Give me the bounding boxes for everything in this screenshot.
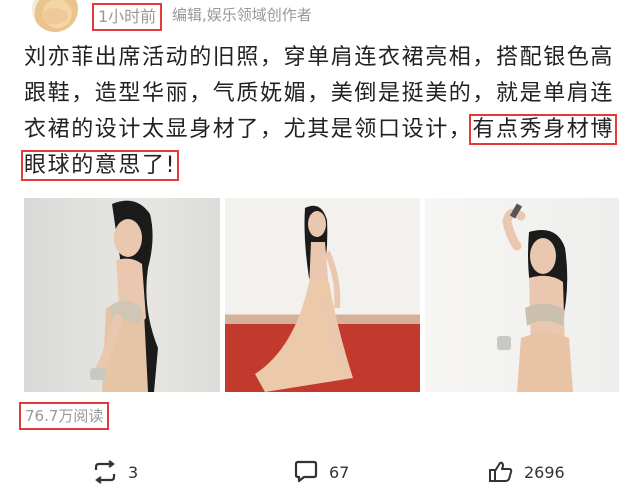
photo-2[interactable] [225,198,420,392]
comment-count: 67 [329,462,350,482]
post-text: 刘亦菲出席活动的旧照，穿单肩连衣裙亮相，搭配银色高跟鞋，造型华丽，气质妩媚，美倒… [20,40,618,184]
like-button[interactable]: 2696 [488,454,565,490]
photo-3[interactable] [425,198,619,392]
comment-icon [293,460,319,484]
photo-1[interactable] [24,198,220,392]
repost-count: 3 [128,462,139,482]
comment-button[interactable]: 67 [293,454,349,490]
thumbs-up-icon [488,460,514,484]
repost-icon [92,460,118,484]
repost-button[interactable]: 3 [92,454,138,490]
photo-grid [24,198,619,392]
post-header: 1小时前 编辑,娱乐领域创作者 [0,0,640,32]
action-bar: 3 67 2696 [0,454,640,490]
like-count: 2696 [524,462,565,482]
post-time: 1小时前 [92,3,163,31]
read-count: 76.7万阅读 [19,402,110,430]
avatar[interactable] [32,0,78,32]
author-meta: 编辑,娱乐领域创作者 [172,6,312,24]
